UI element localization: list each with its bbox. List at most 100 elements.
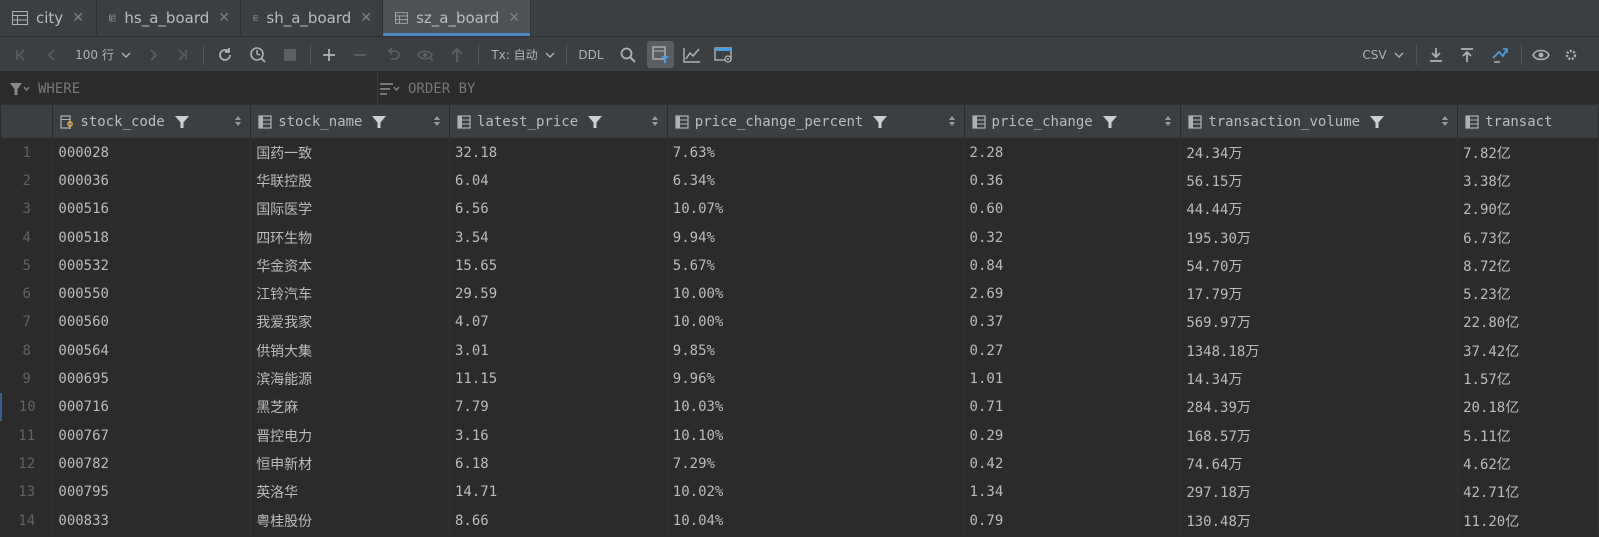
table-cell-transaction-volume[interactable]: 168.57万 [1180, 421, 1459, 450]
table-row[interactable]: 12 000782 恒申新材 6.18 7.29% 0.42 74.64万 4.62亿 [1, 449, 1599, 479]
table-cell-transaction-volume[interactable]: 569.97万 [1180, 308, 1459, 337]
table-cell-price-change-percent[interactable]: 10.07% [667, 195, 965, 224]
table-cell-price-change[interactable]: 1.01 [964, 364, 1182, 394]
table-cell-stock-name[interactable]: 国药一致 [250, 138, 450, 167]
table-cell-price-change[interactable]: 2.69 [964, 279, 1182, 309]
table-cell-price-change-percent[interactable]: 10.03% [667, 393, 965, 422]
table-cell-price-change-percent[interactable]: 10.00% [667, 279, 965, 309]
table-cell-stock-name[interactable]: 黑芝麻 [250, 393, 450, 422]
revert-button[interactable] [382, 37, 404, 72]
export-button[interactable] [1425, 37, 1447, 72]
table-cell-price-change[interactable]: 0.37 [964, 308, 1182, 337]
table-cell-latest-price[interactable]: 6.18 [449, 449, 668, 479]
table-cell-stock-code[interactable]: 000028 [52, 138, 252, 167]
table-cell-stock-name[interactable]: 供销大集 [250, 336, 450, 365]
table-cell-price-change[interactable]: 0.71 [964, 393, 1182, 422]
table-cell-transact[interactable]: 5.23亿 [1457, 279, 1599, 309]
column-sort-icon[interactable] [433, 115, 441, 127]
filter-toggle-button[interactable] [647, 41, 674, 68]
close-icon[interactable]: ✕ [218, 10, 230, 26]
row-number[interactable]: 8 [1, 336, 54, 365]
table-cell-transact[interactable]: 7.82亿 [1457, 138, 1599, 167]
table-cell-price-change[interactable]: 0.32 [964, 223, 1182, 252]
table-cell-stock-name[interactable]: 四环生物 [250, 223, 450, 252]
table-row[interactable]: 6 000550 江铃汽车 29.59 10.00% 2.69 17.79万 5.23亿 [1, 279, 1599, 309]
table-cell-transact[interactable]: 20.18亿 [1457, 393, 1599, 422]
table-cell-transaction-volume[interactable]: 195.30万 [1180, 223, 1459, 252]
tab-sh-a-board[interactable]: sh_a_board ✕ [241, 0, 383, 36]
table-cell-latest-price[interactable]: 29.59 [449, 279, 668, 309]
table-cell-transact[interactable]: 4.62亿 [1457, 449, 1599, 479]
submit-button[interactable] [446, 37, 468, 72]
compare-button[interactable] [1488, 37, 1512, 72]
table-cell-latest-price[interactable]: 7.79 [449, 393, 668, 422]
table-cell-price-change[interactable]: 0.79 [964, 506, 1182, 535]
table-cell-stock-code[interactable]: 000516 [52, 195, 252, 224]
table-cell-transact[interactable]: 6.73亿 [1457, 223, 1599, 252]
column-filter-icon[interactable] [1102, 115, 1117, 129]
table-cell-stock-name[interactable]: 恒申新材 [250, 449, 450, 479]
row-number[interactable]: 10 [0, 393, 54, 422]
ddl-button[interactable]: DDL [574, 37, 608, 72]
table-cell-stock-name[interactable]: 英洛华 [250, 478, 450, 507]
row-number[interactable]: 4 [1, 223, 54, 252]
table-row[interactable]: 4 000518 四环生物 3.54 9.94% 0.32 195.30万 6.73亿 [1, 223, 1599, 252]
table-row[interactable]: 8 000564 供销大集 3.01 9.85% 0.27 1348.18万 37.42亿 [1, 336, 1599, 365]
view-options-button[interactable] [1530, 37, 1552, 72]
row-number[interactable]: 1 [1, 138, 54, 167]
table-cell-transaction-volume[interactable]: 54.70万 [1180, 251, 1459, 280]
table-cell-transaction-volume[interactable]: 44.44万 [1180, 195, 1459, 224]
table-cell-transaction-volume[interactable]: 74.64万 [1180, 449, 1459, 479]
table-cell-transaction-volume[interactable]: 24.34万 [1180, 138, 1459, 167]
table-cell-price-change-percent[interactable]: 9.85% [667, 336, 965, 365]
tab-hs-a-board[interactable]: hs_a_board ✕ [97, 0, 241, 36]
table-cell-transact[interactable]: 37.42亿 [1457, 336, 1599, 365]
close-icon[interactable]: ✕ [360, 10, 372, 26]
table-cell-price-change-percent[interactable]: 7.63% [667, 138, 965, 167]
column-filter-icon[interactable] [1370, 115, 1385, 129]
page-size-dropdown[interactable]: 100 行 [70, 37, 136, 72]
table-cell-stock-name[interactable]: 华金资本 [250, 251, 450, 280]
close-icon[interactable]: ✕ [508, 10, 520, 26]
table-cell-stock-code[interactable]: 000695 [52, 364, 252, 394]
table-cell-stock-name[interactable]: 江铃汽车 [250, 279, 450, 309]
table-cell-latest-price[interactable]: 15.65 [449, 251, 668, 280]
table-row[interactable]: 11 000767 晋控电力 3.16 10.10% 0.29 168.57万 5.11亿 [1, 421, 1599, 450]
column-header-stock-name[interactable]: stock_name [250, 105, 450, 139]
table-cell-price-change-percent[interactable]: 10.04% [667, 506, 965, 535]
more-actions-button[interactable] [1560, 37, 1582, 72]
previous-page-button[interactable] [41, 37, 63, 72]
table-cell-price-change[interactable]: 1.34 [964, 478, 1182, 507]
view-settings-button[interactable] [712, 37, 736, 72]
transaction-mode-dropdown[interactable]: Tx: 自动 [488, 37, 558, 72]
row-number[interactable]: 7 [1, 308, 54, 337]
table-cell-price-change[interactable]: 0.29 [964, 421, 1182, 450]
table-cell-price-change-percent[interactable]: 10.00% [667, 308, 965, 337]
table-row[interactable]: 2 000036 华联控股 6.04 6.34% 0.36 56.15万 3.38亿 [1, 166, 1599, 196]
table-cell-stock-code[interactable]: 000550 [52, 279, 252, 309]
first-page-button[interactable] [10, 37, 32, 72]
table-cell-latest-price[interactable]: 8.66 [449, 506, 668, 535]
table-cell-price-change-percent[interactable]: 9.96% [667, 364, 965, 394]
row-number[interactable]: 13 [1, 478, 54, 507]
table-row[interactable]: 1 000028 国药一致 32.18 7.63% 2.28 24.34万 7.82亿 [1, 138, 1599, 167]
row-number[interactable]: 3 [1, 195, 54, 224]
table-cell-transact[interactable]: 22.80亿 [1457, 308, 1599, 337]
column-filter-icon[interactable] [174, 115, 189, 129]
preview-pending-changes-button[interactable] [414, 37, 438, 72]
table-cell-stock-code[interactable]: 000833 [52, 506, 252, 535]
table-cell-stock-code[interactable]: 000532 [52, 251, 252, 280]
table-cell-price-change[interactable]: 0.36 [964, 166, 1182, 196]
table-cell-price-change-percent[interactable]: 10.02% [667, 478, 965, 507]
where-filter-field[interactable]: WHERE [10, 72, 370, 105]
table-cell-price-change[interactable]: 0.42 [964, 449, 1182, 479]
table-cell-stock-code[interactable]: 000767 [52, 421, 252, 450]
export-format-dropdown[interactable]: CSV [1358, 37, 1408, 72]
table-row[interactable]: 10 000716 黑芝麻 7.79 10.03% 0.71 284.39万 20.18亿 [0, 393, 1599, 422]
column-sort-icon[interactable] [1441, 115, 1449, 127]
table-cell-price-change-percent[interactable]: 7.29% [667, 449, 965, 479]
table-cell-latest-price[interactable]: 6.56 [449, 195, 668, 224]
table-cell-transaction-volume[interactable]: 130.48万 [1180, 506, 1459, 535]
table-cell-latest-price[interactable]: 6.04 [449, 166, 668, 196]
tab-sz-a-board[interactable]: sz_a_board ✕ [383, 0, 531, 36]
